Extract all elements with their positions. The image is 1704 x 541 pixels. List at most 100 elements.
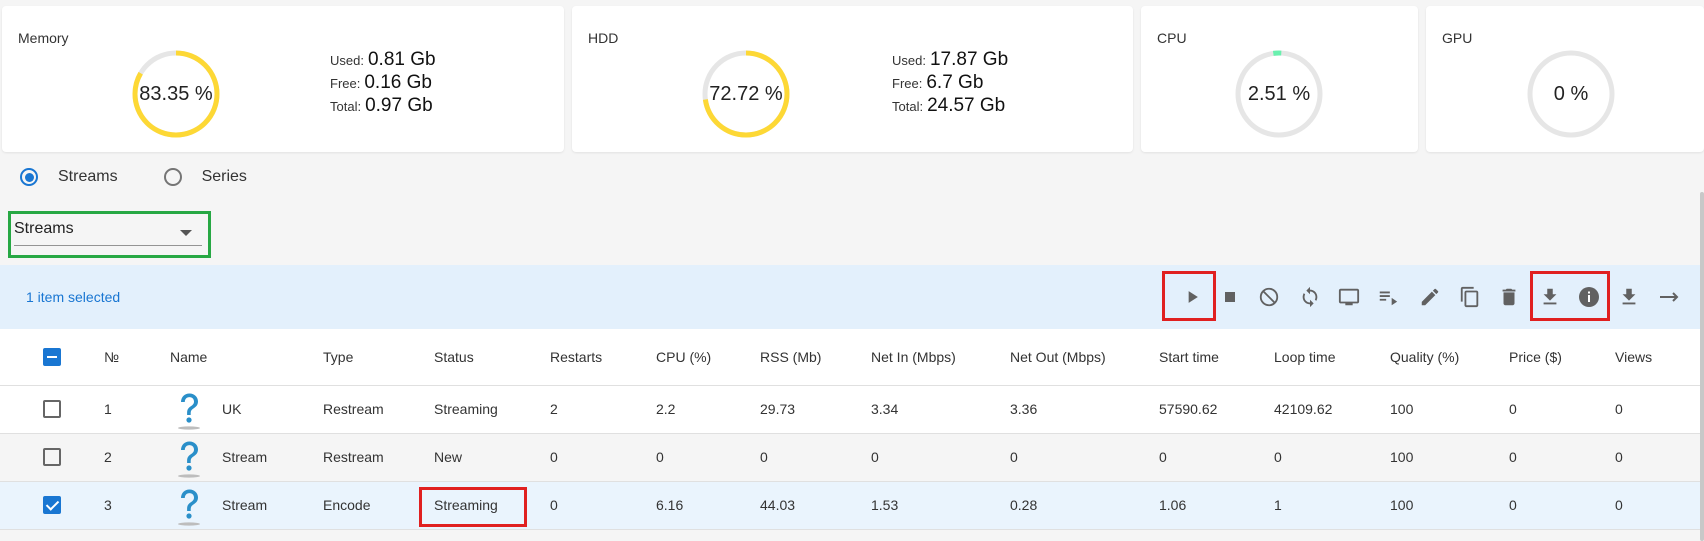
table-cell: 2 [104,449,112,465]
stat-value: 0.81 Gb [367,49,436,70]
card-title: HDD [588,30,619,46]
table-cell: 3.36 [1010,401,1038,417]
column-header[interactable]: Views [1615,349,1652,365]
table-cell: 0 [1509,497,1517,513]
hdd-stats: Used: 17.87 Gb Free: 6.7 Gb Total: 24.57 Gb [892,49,1008,118]
table-cell: 2.2 [656,401,676,417]
table-cell: 0 [1509,449,1517,465]
table-cell: 44.03 [760,497,796,513]
table-cell: 0 [656,449,664,465]
monitor-icon[interactable] [1335,283,1363,311]
column-header[interactable]: Net Out (Mbps) [1010,349,1106,365]
table-cell: 0 [1615,497,1623,513]
table-cell: Restream [323,449,384,465]
scrollbar[interactable] [1700,192,1704,541]
select-value: Streams [14,220,74,237]
stat-value: 0.97 Gb [365,95,433,116]
table-cell: 3.34 [871,401,899,417]
copy-icon[interactable] [1456,283,1484,311]
stat-label: Free: [892,76,923,91]
column-header[interactable]: Status [434,349,474,365]
stat-label: Free: [330,76,361,91]
playlist-icon[interactable] [1374,283,1402,311]
gpu-gauge: 0 % [1521,44,1621,144]
radio-label-series[interactable]: Series [202,168,247,186]
hdd-card: HDD 72.72 % Used: 17.87 Gb Free: 6.7 Gb To… [572,6,1133,152]
table-cell: Stream [222,449,268,465]
radio-streams[interactable] [20,168,38,186]
row-checkbox[interactable] [43,400,61,418]
arrow-right-icon[interactable] [1655,283,1683,311]
block-icon[interactable] [1255,283,1283,311]
stat-value: 6.7 Gb [926,72,984,93]
radio-label-streams[interactable]: Streams [58,168,118,186]
row-checkbox[interactable] [43,448,61,466]
cpu-gauge: 2.51 % [1229,44,1329,144]
column-header[interactable]: Loop time [1274,349,1335,365]
card-title: CPU [1157,30,1187,46]
stat-label: Used: [892,53,926,68]
card-title: Memory [18,30,69,46]
download-icon[interactable] [1536,283,1564,311]
question-icon [172,485,206,527]
table-cell: 0 [550,497,558,513]
column-header[interactable]: CPU (%) [656,349,711,365]
table-row[interactable]: 1 UK Restream Streaming 2 2.2 29.73 3.34 3.36 575… [0,386,1704,434]
select-all-checkbox[interactable] [43,348,61,366]
selection-toolbar: 1 item selected [0,265,1704,329]
table-cell: 1.53 [871,497,899,513]
table-cell: 0 [550,449,558,465]
edit-icon[interactable] [1416,283,1444,311]
table-cell: 0 [1509,401,1517,417]
memory-gauge: 83.35 % [126,44,226,144]
table-cell: 42109.62 [1274,401,1333,417]
stop-icon[interactable] [1216,283,1244,311]
stat-label: Total: [892,99,924,114]
mode-radio-group: Streams Series [20,168,247,186]
table-cell: 0 [1010,449,1018,465]
table-cell: 1 [104,401,112,417]
gpu-card: GPU 0 % [1426,6,1704,152]
column-header[interactable]: Type [323,349,353,365]
table-cell: 100 [1390,401,1414,417]
table-row[interactable]: 3 Stream Encode Streaming 0 6.16 44.03 1.53 0.28… [0,482,1704,530]
table-cell: UK [222,401,242,417]
column-header[interactable]: № [104,349,119,365]
question-icon [172,389,206,431]
download-alt-icon[interactable] [1615,283,1643,311]
gauge-value: 0 % [1553,82,1589,105]
question-icon [172,437,206,479]
stat-value: 17.87 Gb [929,49,1009,70]
row-checkbox[interactable] [43,496,61,514]
column-header[interactable]: RSS (Mb) [760,349,821,365]
table-row[interactable]: 2 Stream Restream New 0 0 0 0 0 0 0 100 0 0 [0,434,1704,482]
selection-count: 1 item selected [26,289,121,305]
table-cell: 29.73 [760,401,796,417]
info-icon[interactable] [1575,283,1603,311]
stat-value: 0.16 Gb [364,72,432,93]
table-header: № Name Type Status Restarts CPU (%) RSS … [0,329,1704,386]
table-cell: 100 [1390,497,1414,513]
column-header[interactable]: Price ($) [1509,349,1562,365]
gauge-value: 2.51 % [1247,82,1311,105]
table-cell: 0 [871,449,879,465]
column-header[interactable]: Start time [1159,349,1219,365]
refresh-icon[interactable] [1296,283,1324,311]
play-icon[interactable] [1178,283,1206,311]
delete-icon[interactable] [1495,283,1523,311]
column-header[interactable]: Net In (Mbps) [871,349,956,365]
table-cell: 1.06 [1159,497,1187,513]
gauge-value: 83.35 % [139,82,213,105]
table-cell: 0 [1159,449,1167,465]
column-header[interactable]: Name [170,349,207,365]
column-header[interactable]: Restarts [550,349,602,365]
table-cell: 57590.62 [1159,401,1218,417]
table-cell: Encode [323,497,371,513]
radio-series[interactable] [163,168,182,186]
column-header[interactable]: Quality (%) [1390,349,1459,365]
memory-stats: Used: 0.81 Gb Free: 0.16 Gb Total: 0.97 Gb [330,49,436,118]
hdd-gauge: 72.72 % [696,44,796,144]
type-select[interactable]: Streams [14,220,202,246]
table-cell: 0 [1615,449,1623,465]
cpu-card: CPU 2.51 % [1141,6,1418,152]
